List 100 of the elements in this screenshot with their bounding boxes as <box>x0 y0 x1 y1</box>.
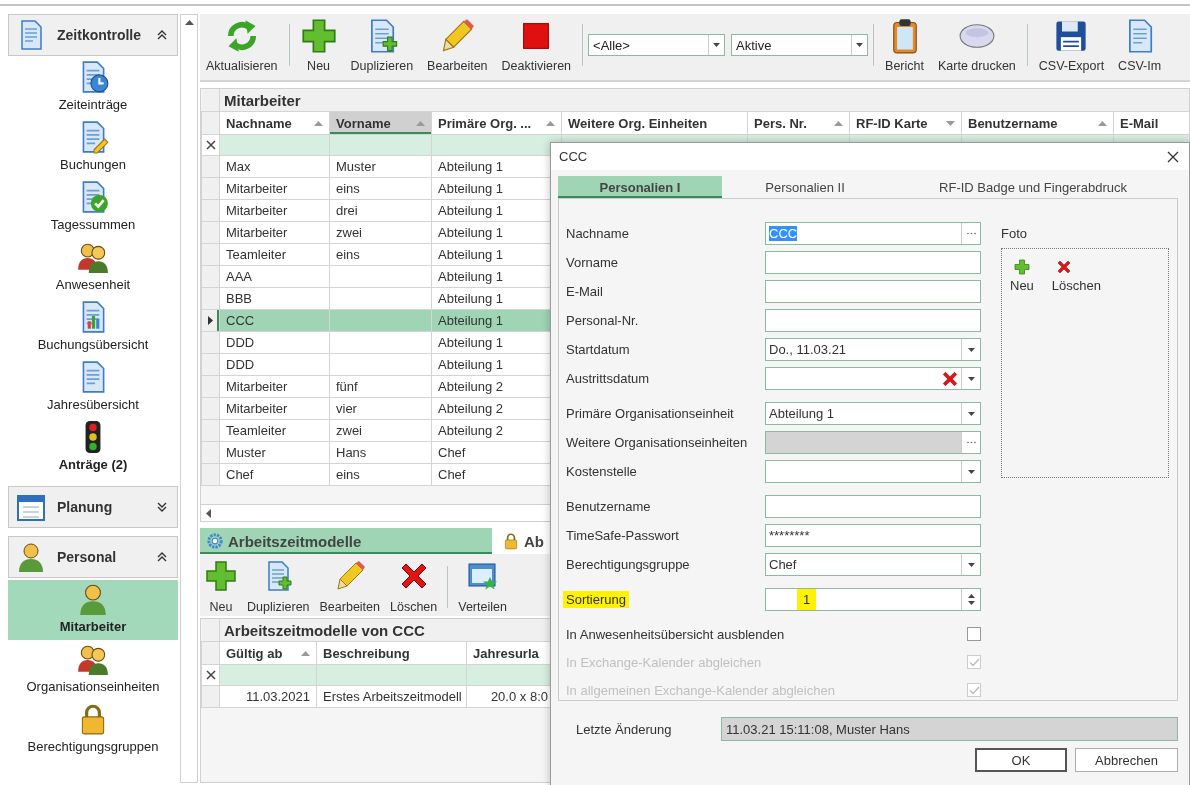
sidebar-item[interactable]: Tagessummen <box>8 178 178 238</box>
dropdown[interactable]: Abteilung 1 <box>765 402 981 425</box>
field-label: Kostenstelle <box>566 464 637 479</box>
plus-icon <box>205 560 237 592</box>
dialog-button[interactable]: OK <box>975 748 1067 772</box>
dialog-button[interactable]: Abbrechen <box>1075 748 1178 772</box>
column-header[interactable]: Beschreibung <box>316 641 467 665</box>
toolbar-button[interactable]: Bericht <box>879 18 930 73</box>
sidebar-item[interactable]: Berechtigungsgruppen <box>8 700 178 760</box>
scroll-left-icon[interactable] <box>206 508 211 518</box>
sidebar-item[interactable]: Mitarbeiter <box>8 580 178 640</box>
row-indicator-icon <box>208 316 213 325</box>
checkbox-label: In Anwesenheitsübersicht ausblenden <box>566 626 785 642</box>
dropdown-arrow-icon <box>967 347 975 352</box>
column-header[interactable]: Pers. Nr. <box>747 111 850 135</box>
column-header[interactable]: Weitere Org. Einheiten <box>561 111 748 135</box>
gear-icon <box>206 532 224 550</box>
toolbar-button[interactable]: Duplizieren <box>344 18 420 73</box>
filter-dropdown[interactable]: Aktive <box>731 34 869 56</box>
sidebar-item[interactable]: Buchungsübersicht <box>8 298 178 358</box>
toolbar-button[interactable]: Duplizieren <box>242 560 315 614</box>
spin-field[interactable]: 1 <box>765 588 981 611</box>
dropdown[interactable]: Chef <box>765 553 981 576</box>
text-field[interactable]: ******** <box>765 524 981 547</box>
text-field[interactable] <box>765 251 981 274</box>
tab[interactable]: Personalien II <box>722 176 888 198</box>
field-label: Startdatum <box>566 342 630 357</box>
dropdown-arrow-icon <box>713 43 721 47</box>
dropdown[interactable]: Do., 11.03.21 <box>765 338 981 361</box>
field-label: Weitere Organisationseinheiten <box>566 435 748 450</box>
text-field[interactable] <box>765 309 981 332</box>
field-label: TimeSafe-Passwort <box>566 528 679 543</box>
scroll-up-icon[interactable] <box>184 20 194 25</box>
toolbar-button[interactable]: CSV-Im <box>1112 18 1168 73</box>
column-header[interactable]: Nachname <box>219 111 330 135</box>
sidebar-group-header[interactable]: Personal <box>8 536 178 578</box>
plus-icon <box>1014 259 1030 275</box>
sidebar-item[interactable]: Anwesenheit <box>8 238 178 298</box>
dropdown-arrow-icon <box>967 376 975 381</box>
tab[interactable]: RF-ID Badge und Fingerabdruck <box>888 176 1178 198</box>
field-label: Austrittsdatum <box>566 371 650 386</box>
field-label: Personal-Nr. <box>566 313 639 328</box>
lock-icon <box>502 532 520 550</box>
photo-button[interactable]: Neu <box>1010 259 1034 293</box>
tab[interactable]: Arbeitszeitmodelle <box>200 528 492 554</box>
toolbar-button[interactable]: Bearbeiten <box>314 560 385 614</box>
toolbar-button[interactable]: Bearbeiten <box>421 18 494 73</box>
row-selector[interactable] <box>201 309 220 332</box>
dropdown-arrow-icon <box>967 562 975 567</box>
dropdown[interactable] <box>765 460 981 483</box>
toolbar-button[interactable]: Neu <box>200 560 242 614</box>
column-header[interactable]: Vorname <box>329 111 432 135</box>
tab[interactable]: Ab <box>496 528 550 554</box>
sidebar-item[interactable]: Organisationseinheiten <box>8 640 178 700</box>
checkbox[interactable] <box>967 627 981 641</box>
text-field[interactable] <box>765 280 981 303</box>
window-star-icon <box>466 560 499 592</box>
field-label: Vorname <box>566 255 619 270</box>
close-icon[interactable] <box>205 139 216 150</box>
column-header[interactable]: E-Mail <box>1113 111 1189 135</box>
column-header[interactable]: Benutzername <box>961 111 1114 135</box>
close-icon[interactable] <box>205 669 216 680</box>
sidebar-item[interactable]: Anträge (2) <box>8 418 178 478</box>
field-label: E-Mail <box>566 284 603 299</box>
x-icon <box>1055 259 1072 275</box>
field-label: Letzte Änderung <box>576 721 673 737</box>
field-label: Benutzername <box>566 499 651 514</box>
sidebar-group-header[interactable]: Planung <box>8 486 178 528</box>
field-label: Foto <box>1001 226 1027 241</box>
toolbar-button[interactable]: Neu <box>294 18 343 73</box>
x-icon <box>941 369 959 388</box>
sidebar-group-header[interactable]: Zeitkontrolle <box>8 14 178 56</box>
toolbar-button[interactable]: Karte drucken <box>931 18 1022 73</box>
tab[interactable]: Personalien I <box>558 176 722 198</box>
sidebar-item[interactable]: Buchungen <box>8 118 178 178</box>
date-dropdown[interactable] <box>765 367 981 390</box>
table-cell: Erstes Arbeitszeitmodell <box>316 685 467 708</box>
column-header[interactable]: RF-ID Karte <box>849 111 962 135</box>
read-only-field: 11.03.21 15:11:08, Muster Hans <box>721 717 1178 741</box>
field-label: Nachname <box>566 226 629 241</box>
spin-up-icon[interactable] <box>967 594 975 598</box>
text-field[interactable] <box>765 495 981 518</box>
toolbar-button[interactable]: CSV-Export <box>1032 18 1111 73</box>
grid-title: Arbeitszeitmodelle von CCC <box>224 621 425 639</box>
ellipsis-button[interactable] <box>966 232 976 235</box>
toolbar-button[interactable]: Aktualisieren <box>200 18 284 73</box>
toolbar-button[interactable]: Verteilen <box>453 560 512 614</box>
filter-dropdown[interactable]: <Alle> <box>588 34 726 56</box>
field-label: Berechtigungsgruppe <box>566 557 690 572</box>
photo-button[interactable]: Löschen <box>1051 259 1101 293</box>
column-header[interactable]: Primäre Org. ... <box>431 111 562 135</box>
grid-title: Mitarbeiter <box>224 91 301 109</box>
toolbar-button[interactable]: Löschen <box>385 560 443 614</box>
sidebar-item[interactable]: Jahresübersicht <box>8 358 178 418</box>
spin-down-icon <box>967 601 975 605</box>
plus-icon <box>300 18 337 54</box>
column-header[interactable]: Gültig ab <box>219 641 317 665</box>
toolbar-button[interactable]: Deaktivieren <box>495 18 578 73</box>
scrollbar[interactable] <box>180 14 198 783</box>
sidebar-item[interactable]: Zeiteinträge <box>8 58 178 118</box>
